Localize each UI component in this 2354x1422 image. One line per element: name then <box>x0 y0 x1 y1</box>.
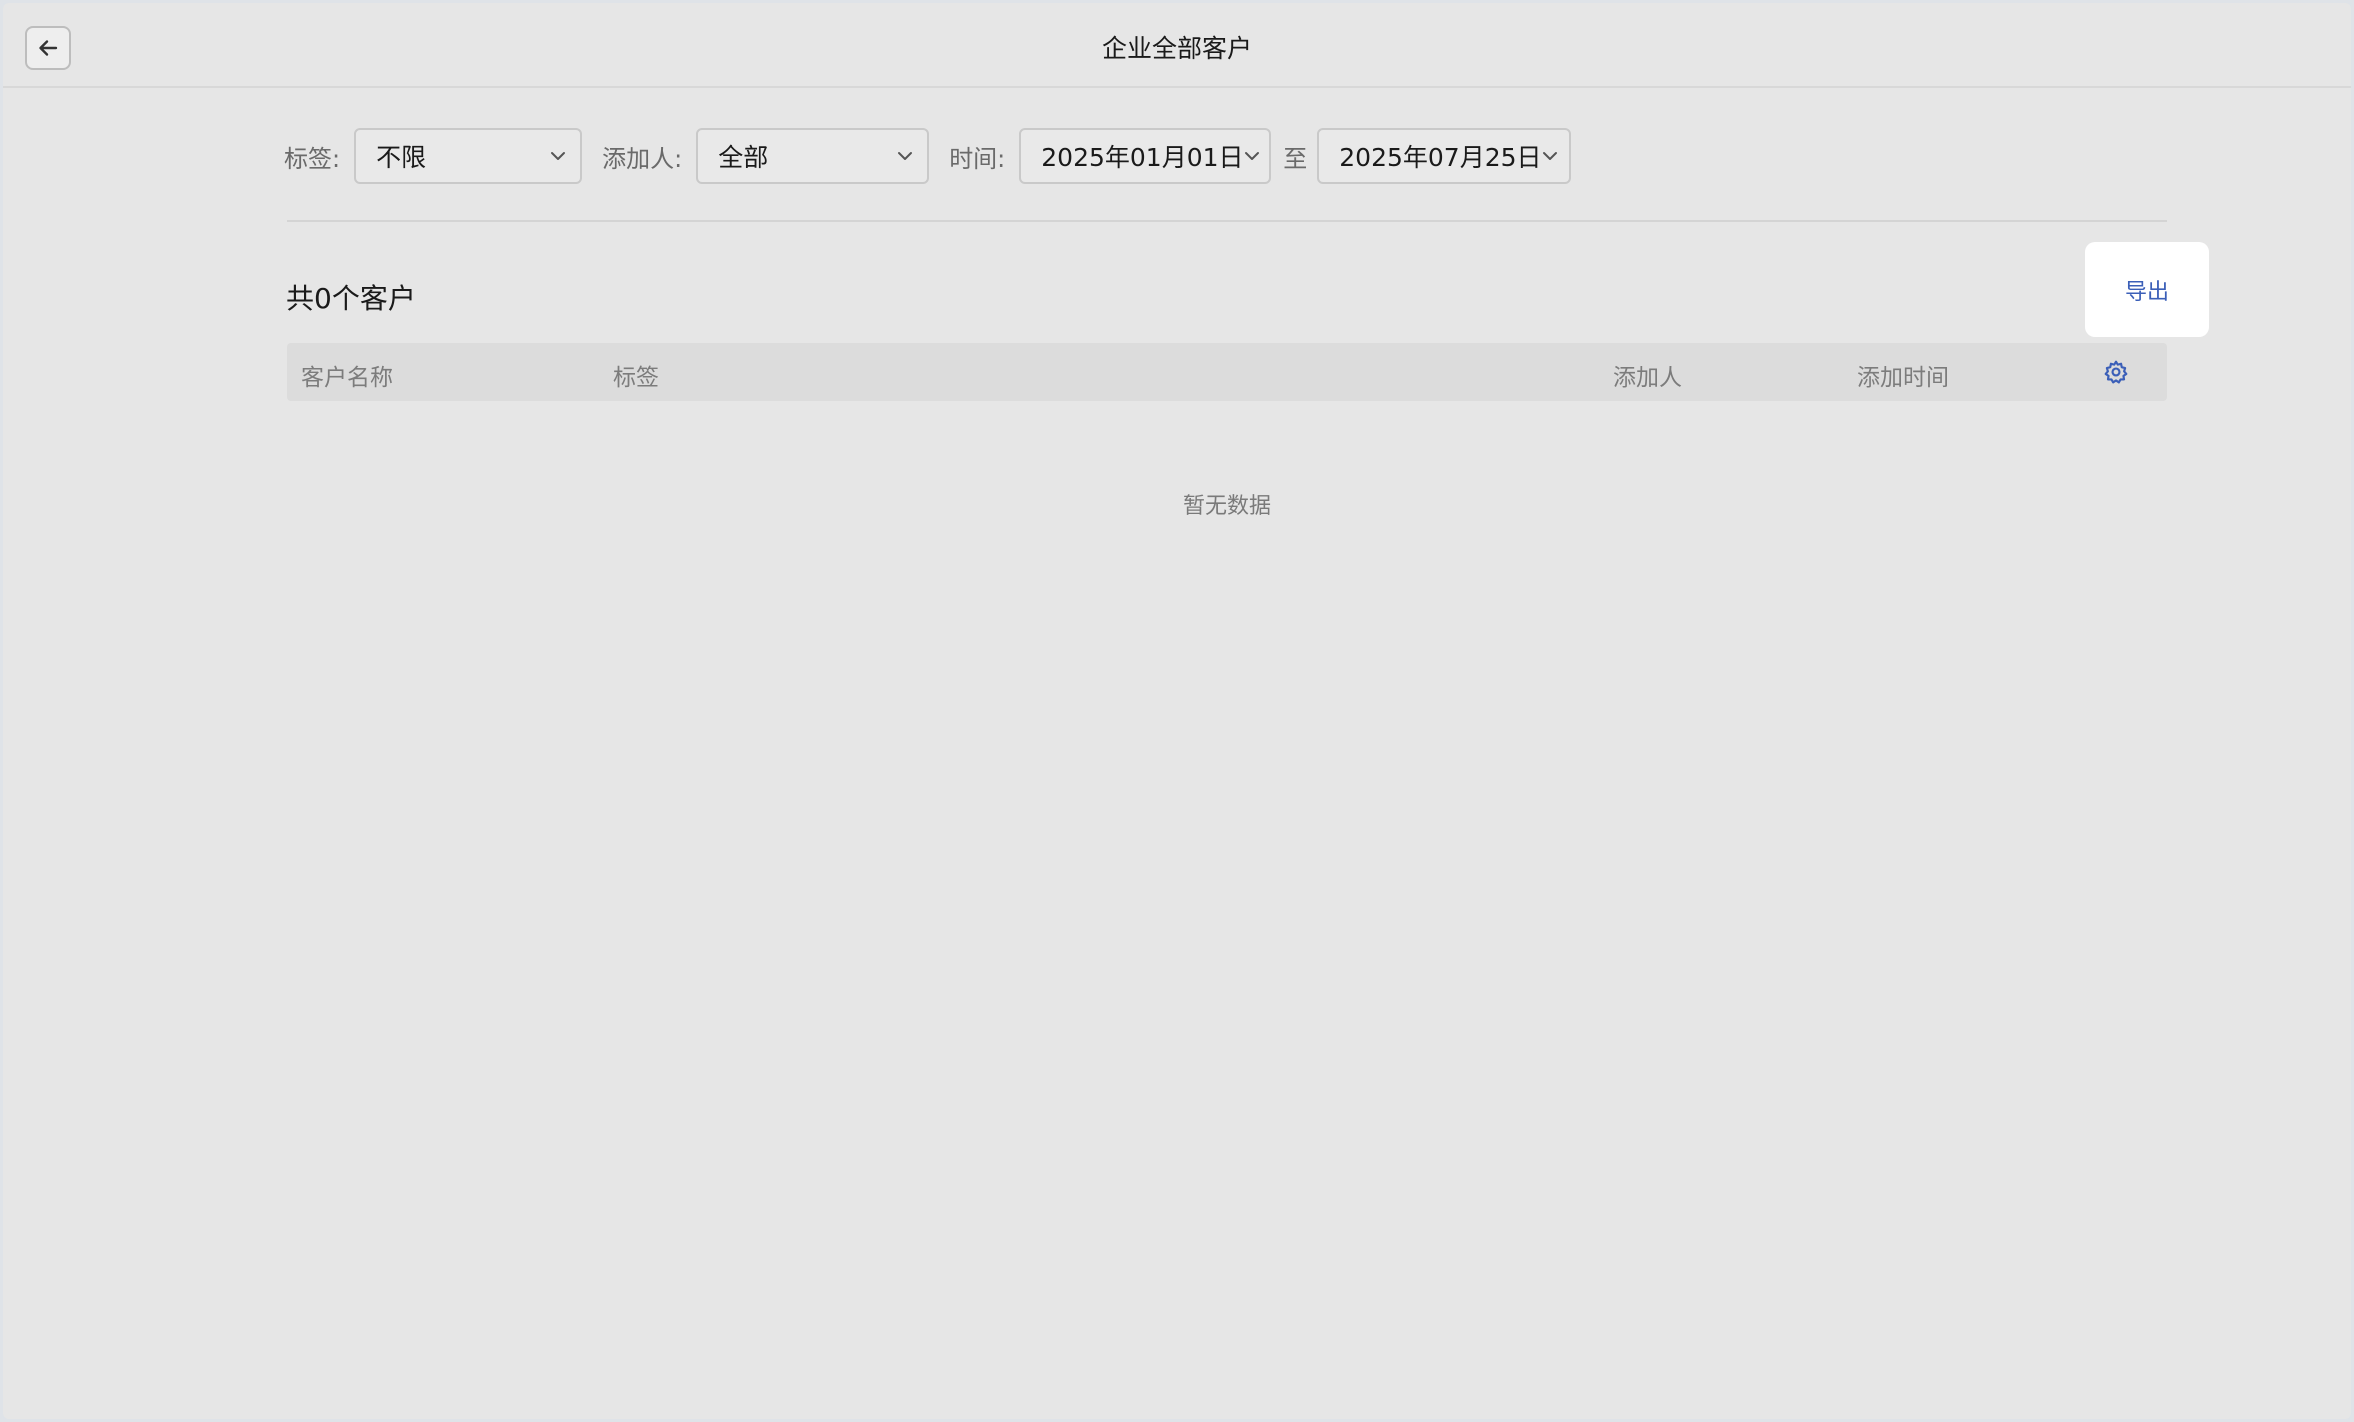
filter-bar: 标签: 不限 添加人: 全部 时间: 2025年01月01日 至 2025年07… <box>284 126 1572 186</box>
column-header-added-time[interactable]: 添加时间 <box>1857 358 1949 392</box>
page-title: 企业全部客户 <box>1101 34 1252 63</box>
date-range-separator: 至 <box>1283 144 1308 173</box>
column-header-added-by[interactable]: 添加人 <box>1613 358 1682 392</box>
chevron-down-icon <box>897 151 913 161</box>
chevron-down-icon <box>550 151 566 161</box>
start-date-select[interactable]: 2025年01月01日 <box>1019 128 1272 184</box>
adder-filter-select[interactable]: 全部 <box>696 128 930 184</box>
column-header-customer-name[interactable]: 客户名称 <box>301 358 393 392</box>
app-window: 企业全部客户 标签: 不限 添加人: 全部 时间: 2025年01月01日 至 … <box>3 3 2351 1419</box>
time-filter-label: 时间: <box>949 144 1006 173</box>
adder-filter-label: 添加人: <box>602 144 683 173</box>
chevron-down-icon <box>1542 151 1558 161</box>
filter-divider <box>287 220 2167 222</box>
start-date-value: 2025年01月01日 <box>1041 143 1244 172</box>
tag-filter-label: 标签: <box>284 144 341 173</box>
title-bar: 企业全部客户 <box>3 3 2351 88</box>
end-date-select[interactable]: 2025年07月25日 <box>1317 128 1572 184</box>
end-date-value: 2025年07月25日 <box>1339 143 1542 172</box>
adder-filter-value: 全部 <box>718 143 769 172</box>
chevron-down-icon <box>1244 151 1260 161</box>
tag-filter-select[interactable]: 不限 <box>354 128 583 184</box>
customer-count: 共0个客户 <box>286 282 416 315</box>
table-header: 客户名称 标签 添加人 添加时间 <box>287 343 2167 401</box>
empty-state: 暂无数据 <box>1182 494 1271 519</box>
column-header-tags[interactable]: 标签 <box>613 358 659 392</box>
export-button[interactable]: 导出 <box>2085 242 2209 337</box>
tag-filter-value: 不限 <box>376 143 427 172</box>
gear-icon[interactable] <box>2103 359 2129 385</box>
